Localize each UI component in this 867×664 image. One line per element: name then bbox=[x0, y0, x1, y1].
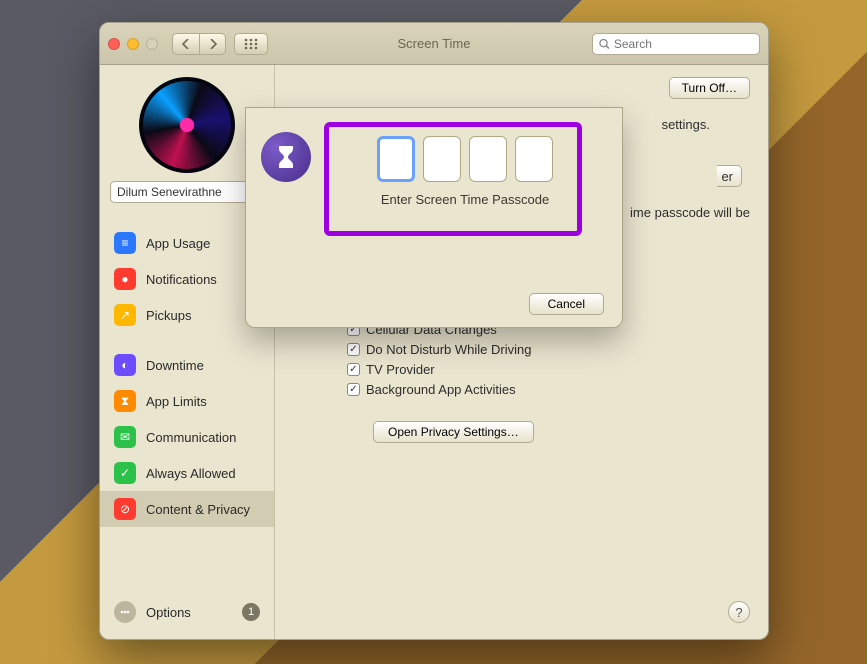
passcode-digit-2[interactable] bbox=[423, 136, 461, 182]
cancel-button[interactable]: Cancel bbox=[529, 293, 604, 315]
checkbox-row: ✓ Do Not Disturb While Driving bbox=[347, 342, 750, 357]
content-privacy-icon: ⊘ bbox=[114, 498, 136, 520]
sidebar-item-label: Pickups bbox=[146, 308, 192, 323]
sidebar-item-label: App Limits bbox=[146, 394, 207, 409]
avatar bbox=[139, 77, 235, 173]
forward-button[interactable] bbox=[199, 34, 225, 54]
grid-icon bbox=[244, 38, 258, 50]
sidebar-item-label: App Usage bbox=[146, 236, 210, 251]
minimize-window-button[interactable] bbox=[127, 38, 139, 50]
sidebar-item-always-allowed[interactable]: ✓ Always Allowed bbox=[100, 455, 274, 491]
sidebar-item-label: Content & Privacy bbox=[146, 502, 250, 517]
sidebar-item-downtime[interactable]: ◐ Downtime bbox=[100, 347, 274, 383]
chevron-right-icon bbox=[209, 39, 217, 49]
sidebar-item-app-limits[interactable]: ⧗ App Limits bbox=[100, 383, 274, 419]
sidebar-footer: Options 1 bbox=[100, 591, 274, 639]
checkbox-label: Background App Activities bbox=[366, 382, 516, 397]
search-field[interactable] bbox=[592, 33, 760, 55]
show-all-button[interactable] bbox=[234, 33, 268, 55]
downtime-icon: ◐ bbox=[114, 354, 136, 376]
open-privacy-settings-button[interactable]: Open Privacy Settings… bbox=[373, 421, 534, 443]
checkbox-row: ✓ Background App Activities bbox=[347, 382, 750, 397]
text-fragment-passcode: ime passcode will be bbox=[630, 205, 750, 220]
options-badge: 1 bbox=[242, 603, 260, 621]
zoom-window-button bbox=[146, 38, 158, 50]
options-icon bbox=[114, 601, 136, 623]
sidebar-item-label: Downtime bbox=[146, 358, 204, 373]
always-allowed-icon: ✓ bbox=[114, 462, 136, 484]
checkbox-label: Do Not Disturb While Driving bbox=[366, 342, 531, 357]
app-usage-icon: ≡ bbox=[114, 232, 136, 254]
checkbox-row: ✓ TV Provider bbox=[347, 362, 750, 377]
account-picker[interactable]: Dilum Senevirathne ⌄ bbox=[110, 181, 264, 203]
passcode-digit-1[interactable] bbox=[377, 136, 415, 182]
passcode-sheet: Enter Screen Time Passcode Cancel bbox=[245, 107, 623, 328]
checkbox[interactable]: ✓ bbox=[347, 363, 360, 376]
sidebar-item-content-privacy[interactable]: ⊘ Content & Privacy bbox=[100, 491, 274, 527]
checkbox[interactable]: ✓ bbox=[347, 383, 360, 396]
sidebar-item-communication[interactable]: ✉ Communication bbox=[100, 419, 274, 455]
passcode-digit-3[interactable] bbox=[469, 136, 507, 182]
sidebar-item-label: Always Allowed bbox=[146, 466, 236, 481]
back-button[interactable] bbox=[173, 34, 199, 54]
search-icon bbox=[599, 38, 610, 50]
passcode-prompt: Enter Screen Time Passcode bbox=[381, 192, 549, 207]
passcode-digit-4[interactable] bbox=[515, 136, 553, 182]
sidebar-item-label: Communication bbox=[146, 430, 236, 445]
checkbox[interactable]: ✓ bbox=[347, 343, 360, 356]
communication-icon: ✉ bbox=[114, 426, 136, 448]
close-window-button[interactable] bbox=[108, 38, 120, 50]
toolbar: Screen Time bbox=[100, 23, 768, 65]
window-body: Dilum Senevirathne ⌄ ≡ App Usage ● Notifica… bbox=[100, 65, 768, 639]
search-input[interactable] bbox=[614, 37, 753, 51]
sidebar-item-label: Notifications bbox=[146, 272, 217, 287]
chevron-left-icon bbox=[182, 39, 190, 49]
nav-back-forward bbox=[172, 33, 226, 55]
checkbox-label: TV Provider bbox=[366, 362, 435, 377]
button-fragment[interactable]: er bbox=[717, 165, 742, 187]
window-controls bbox=[108, 38, 158, 50]
help-button[interactable]: ? bbox=[728, 601, 750, 623]
notifications-icon: ● bbox=[114, 268, 136, 290]
pickups-icon: ↗ bbox=[114, 304, 136, 326]
options-label[interactable]: Options bbox=[146, 605, 191, 620]
app-limits-icon: ⧗ bbox=[114, 390, 136, 412]
preferences-window: Screen Time Dilum Senevirathne ⌄ ≡ App Us… bbox=[99, 22, 769, 640]
screen-time-icon bbox=[261, 132, 311, 182]
account-name: Dilum Senevirathne bbox=[117, 185, 222, 199]
passcode-fields bbox=[377, 136, 553, 182]
turn-off-button[interactable]: Turn Off… bbox=[669, 77, 750, 99]
